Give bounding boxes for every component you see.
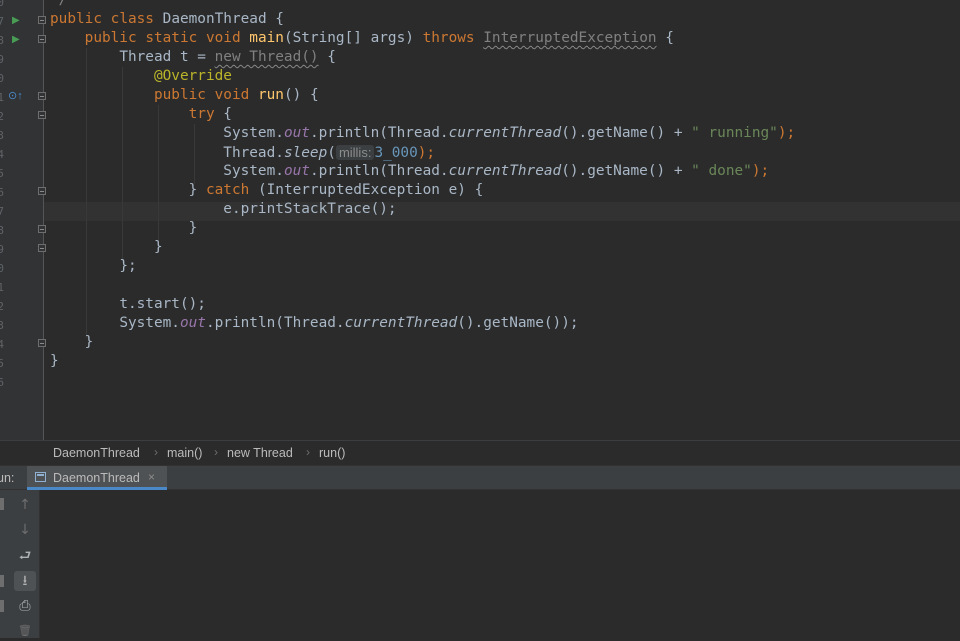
line-number: 5 <box>0 357 4 370</box>
run-main-icon[interactable]: ▶ <box>12 35 20 45</box>
code-editor[interactable]: 0 7 8 9 0 1 2 3 4 5 6 7 8 9 0 1 2 3 4 5 … <box>0 0 960 440</box>
line-number: 4 <box>0 338 4 351</box>
code-line: System.out.println(Thread.currentThread(… <box>119 315 579 331</box>
line-number: 1 <box>0 281 4 294</box>
code-line: } <box>188 220 198 236</box>
line-number: 7 <box>0 15 4 28</box>
line-number: 3 <box>0 129 4 142</box>
code-line: } catch (InterruptedException e) { <box>188 182 484 198</box>
line-number: 0 <box>0 72 4 85</box>
line-number: 5 <box>0 167 4 180</box>
run-tool-window-header: un: DaemonThread × <box>0 465 960 490</box>
scroll-down-icon[interactable]: ↓ <box>14 520 36 540</box>
toolbar-edge-icon <box>0 575 4 587</box>
code-line: */ <box>50 0 68 8</box>
run-tab-daemonthread[interactable]: DaemonThread × <box>27 466 167 490</box>
clear-all-icon[interactable]: 🗑 <box>14 621 36 641</box>
code-line: public void run() { <box>153 87 319 103</box>
run-class-icon[interactable]: ▶ <box>12 16 20 26</box>
fold-catch-end-icon[interactable] <box>38 225 46 233</box>
line-number: 6 <box>0 186 4 199</box>
breadcrumb: DaemonThread › main() › new Thread › run… <box>0 440 960 465</box>
scroll-to-end-icon[interactable]: ⭳ <box>14 571 36 591</box>
line-number: 9 <box>0 243 4 256</box>
breadcrumb-item-run[interactable]: run() <box>319 446 345 460</box>
code-line: System.out.println(Thread.currentThread(… <box>223 125 796 141</box>
run-tab-title: DaemonThread <box>53 471 140 485</box>
code-line: Thread t = new Thread() { <box>119 49 336 65</box>
soft-wrap-icon[interactable]: ⮐ <box>14 546 36 566</box>
code-line: }; <box>119 258 137 274</box>
code-line: } <box>153 239 163 255</box>
run-label: un: <box>0 471 15 485</box>
print-icon[interactable]: ⎙ <box>14 596 36 616</box>
run-console-output[interactable] <box>0 490 960 638</box>
breadcrumb-separator: › <box>214 445 218 459</box>
code-line: @Override <box>153 68 232 84</box>
code-line: e.printStackTrace(); <box>223 201 397 217</box>
fold-class-icon[interactable] <box>38 16 46 24</box>
toolbar-edge-icon <box>0 498 4 510</box>
line-number: 6 <box>0 376 4 389</box>
code-line: public static void main(String[] args) t… <box>84 30 674 46</box>
close-icon[interactable]: × <box>148 470 155 484</box>
editor-gutter[interactable]: 0 7 8 9 0 1 2 3 4 5 6 7 8 9 0 1 2 3 4 5 … <box>0 0 46 440</box>
line-number: 0 <box>0 0 4 9</box>
line-number: 2 <box>0 300 4 313</box>
breadcrumb-separator: › <box>154 445 158 459</box>
line-number: 8 <box>0 224 4 237</box>
line-number: 8 <box>0 34 4 47</box>
line-number: 2 <box>0 110 4 123</box>
line-number: 0 <box>0 262 4 275</box>
line-number: 4 <box>0 148 4 161</box>
override-method-icon[interactable]: ⊙↑ <box>8 91 23 102</box>
fold-main-end-icon[interactable] <box>38 339 46 347</box>
breadcrumb-item-class[interactable]: DaemonThread <box>53 446 140 460</box>
line-number: 9 <box>0 53 4 66</box>
line-number: 3 <box>0 319 4 332</box>
code-line: } <box>50 353 59 369</box>
console-icon <box>35 472 46 482</box>
code-line: Thread.sleep(millis: 3_000); <box>223 145 436 161</box>
code-line: t.start(); <box>119 296 206 312</box>
fold-run-icon[interactable] <box>38 92 46 100</box>
breadcrumb-separator: › <box>306 445 310 459</box>
class-name: DaemonThread <box>162 11 267 27</box>
parameter-hint: millis: <box>335 145 375 160</box>
toolbar-edge-icon <box>0 600 4 612</box>
line-number: 7 <box>0 205 4 218</box>
code-line: System.out.println(Thread.currentThread(… <box>223 163 770 179</box>
code-line: } <box>84 334 94 350</box>
breadcrumb-item-new-thread[interactable]: new Thread <box>227 446 293 460</box>
fold-main-icon[interactable] <box>38 35 46 43</box>
scroll-up-icon[interactable]: ↑ <box>14 495 36 515</box>
code-line: public class DaemonThread { <box>50 11 284 27</box>
breadcrumb-item-main[interactable]: main() <box>167 446 202 460</box>
fold-run-end-icon[interactable] <box>38 244 46 252</box>
fold-try-icon[interactable] <box>38 111 46 119</box>
line-number: 1 <box>0 91 4 104</box>
run-toolbar: ↑ ↓ ⮐ ⭳ ⎙ 🗑 <box>0 490 40 638</box>
fold-catch-icon[interactable] <box>38 187 46 195</box>
code-line: try { <box>188 106 232 122</box>
